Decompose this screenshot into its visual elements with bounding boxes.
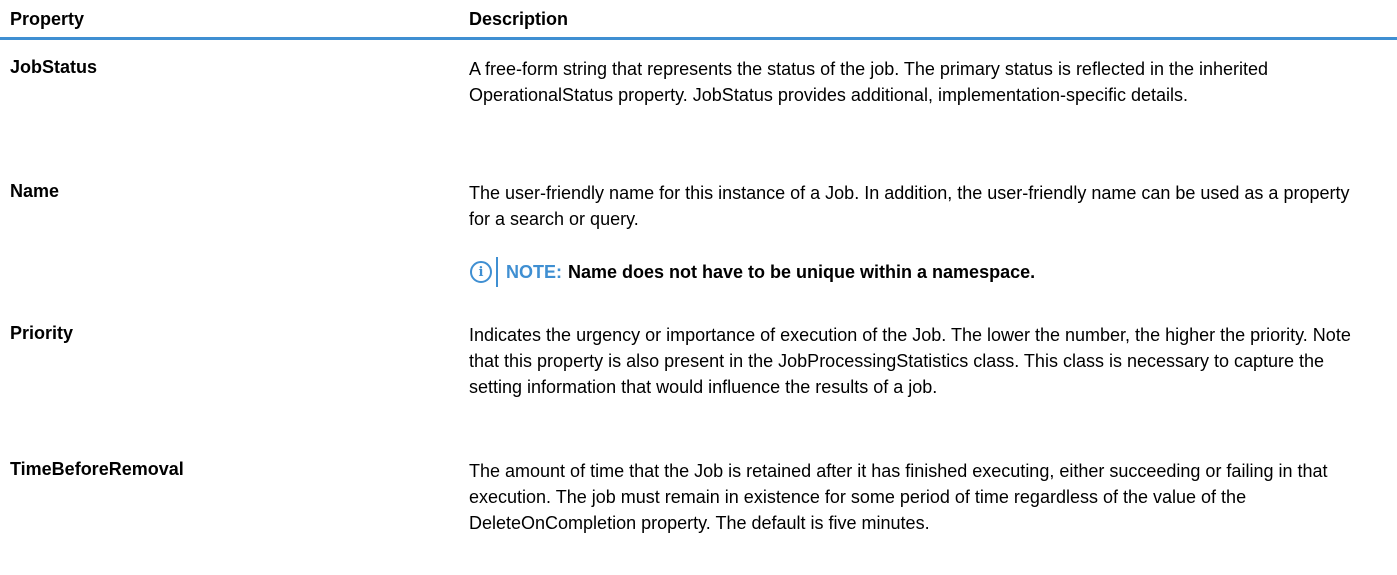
info-icon: i bbox=[470, 261, 492, 283]
property-description: Indicates the urgency or importance of e… bbox=[469, 325, 1351, 397]
property-name: TimeBeforeRemoval bbox=[10, 459, 184, 479]
property-name: Priority bbox=[10, 323, 74, 343]
table-row-timebeforeremoval: TimeBeforeRemoval The amount of time tha… bbox=[0, 458, 1397, 570]
table-row-priority: Priority Indicates the urgency or import… bbox=[0, 322, 1397, 452]
note-label: NOTE: bbox=[506, 261, 562, 282]
table-row-name: Name The user-friendly name for this ins… bbox=[0, 180, 1397, 300]
property-name: Name bbox=[10, 181, 60, 201]
table-row-jobstatus: JobStatus A free-form string that repres… bbox=[0, 56, 1397, 160]
property-table: Property Description JobStatus A free-fo… bbox=[0, 0, 1397, 575]
column-header-property: Property bbox=[10, 9, 85, 29]
property-name: JobStatus bbox=[10, 57, 98, 77]
note-divider bbox=[496, 257, 498, 287]
note-text: Name does not have to be unique within a… bbox=[568, 261, 1036, 282]
property-description: A free-form string that represents the s… bbox=[469, 59, 1269, 105]
column-header-description: Description bbox=[469, 9, 569, 29]
property-description: The user-friendly name for this instance… bbox=[469, 183, 1350, 229]
table-header-row: Property Description bbox=[0, 0, 1397, 40]
property-description: The amount of time that the Job is retai… bbox=[469, 461, 1328, 533]
note-callout: i NOTE: Name does not have to be unique … bbox=[470, 257, 1036, 287]
